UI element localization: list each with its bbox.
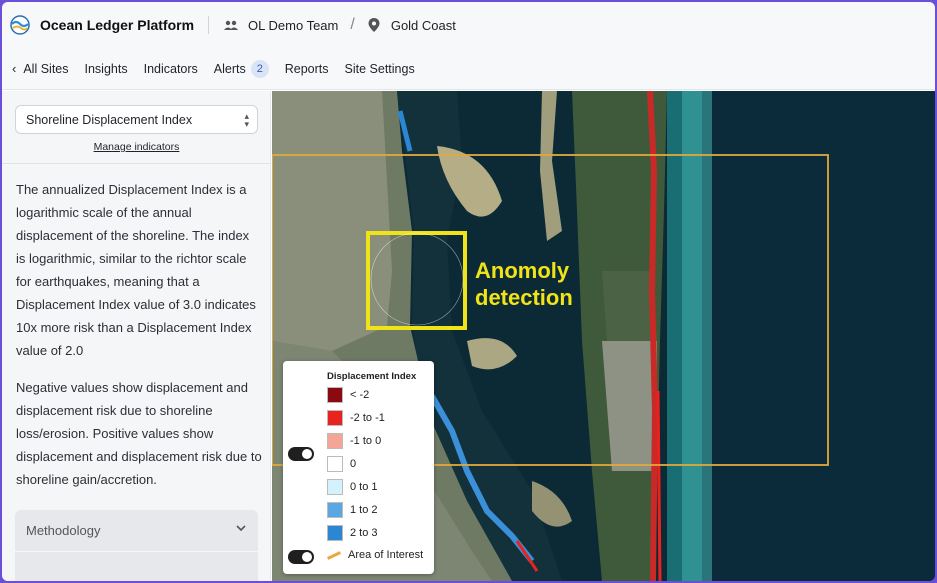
map-pin-icon (368, 18, 380, 32)
legend-item: 2 to 3 (327, 525, 378, 541)
tab-alerts-label: Alerts (213, 61, 246, 76)
legend-swatch (327, 479, 343, 495)
team-name[interactable]: OL Demo Team (248, 18, 338, 33)
tab-indicators[interactable]: Indicators (144, 62, 198, 76)
legend-swatch (327, 502, 343, 518)
legend-item: -1 to 0 (327, 433, 381, 449)
legend-label: -1 to 0 (350, 435, 382, 447)
people-icon (224, 20, 239, 30)
tab-insights[interactable]: Insights (85, 62, 128, 76)
breadcrumb-separator: / (350, 16, 355, 33)
tab-site-settings[interactable]: Site Settings (345, 62, 415, 76)
legend-item: 1 to 2 (327, 502, 378, 518)
back-label: All Sites (23, 61, 69, 76)
legend-swatch (327, 387, 343, 403)
site-nav: ‹ All Sites Insights Indicators Alerts 2… (2, 48, 935, 90)
legend-label: 0 to 1 (350, 481, 378, 493)
map-legend: Displacement Index < -2 -2 to -1 -1 to 0… (283, 361, 434, 574)
anomaly-callout: Anomoly detection (475, 258, 573, 310)
app-title: Ocean Ledger Platform (40, 17, 195, 33)
description-paragraph-2: Negative values show displacement and di… (16, 380, 262, 487)
legend-label: 1 to 2 (350, 504, 378, 516)
legend-swatch (327, 525, 343, 541)
top-header: Ocean Ledger Platform OL Demo Team / Gol… (2, 2, 935, 48)
chevron-down-icon (236, 525, 246, 532)
next-accordion[interactable] (15, 552, 258, 581)
app-window: Ocean Ledger Platform OL Demo Team / Gol… (2, 2, 935, 581)
legend-label: < -2 (350, 389, 370, 401)
manage-indicators-link[interactable]: Manage indicators (2, 141, 271, 153)
legend-swatch (327, 410, 343, 426)
legend-label: -2 to -1 (350, 412, 385, 424)
legend-item: 0 (327, 456, 356, 472)
aoi-layer-toggle[interactable] (288, 550, 314, 564)
header-divider (208, 16, 210, 34)
chevron-left-icon: ‹ (12, 61, 17, 76)
indicator-select[interactable]: Shoreline Displacement Index ▴ ▾ (15, 105, 258, 134)
legend-title: Displacement Index (327, 371, 417, 382)
displacement-layer-toggle[interactable] (288, 447, 314, 461)
legend-label: 2 to 3 (350, 527, 378, 539)
legend-item: -2 to -1 (327, 410, 385, 426)
legend-item: 0 to 1 (327, 479, 378, 495)
legend-label: 0 (350, 458, 357, 470)
tab-reports[interactable]: Reports (285, 62, 329, 76)
sidebar-divider (2, 163, 271, 164)
site-name[interactable]: Gold Coast (391, 18, 456, 33)
legend-swatch (327, 456, 343, 472)
satellite-map[interactable]: Anomoly detection Displacement Index < -… (272, 91, 935, 581)
aoi-label: Area of Interest (348, 549, 424, 561)
indicator-sidebar: Shoreline Displacement Index ▴ ▾ Manage i… (2, 91, 271, 581)
legend-swatch (327, 433, 343, 449)
methodology-accordion[interactable]: Methodology (15, 510, 258, 551)
tab-alerts[interactable]: Alerts 2 (213, 59, 269, 78)
indicator-select-value: Shoreline Displacement Index (26, 112, 193, 127)
aoi-line-swatch (327, 550, 341, 560)
back-to-all-sites[interactable]: ‹ All Sites (12, 61, 69, 76)
description-paragraph-1: The annualized Displacement Index is a l… (16, 182, 256, 358)
legend-item: < -2 (327, 387, 369, 403)
legend-aoi-item: Area of Interest (327, 549, 423, 561)
alerts-count-badge: 2 (250, 59, 269, 78)
select-arrows-icon: ▴ ▾ (244, 111, 249, 129)
methodology-label: Methodology (26, 523, 101, 538)
ocean-wave-logo-icon (10, 15, 30, 35)
